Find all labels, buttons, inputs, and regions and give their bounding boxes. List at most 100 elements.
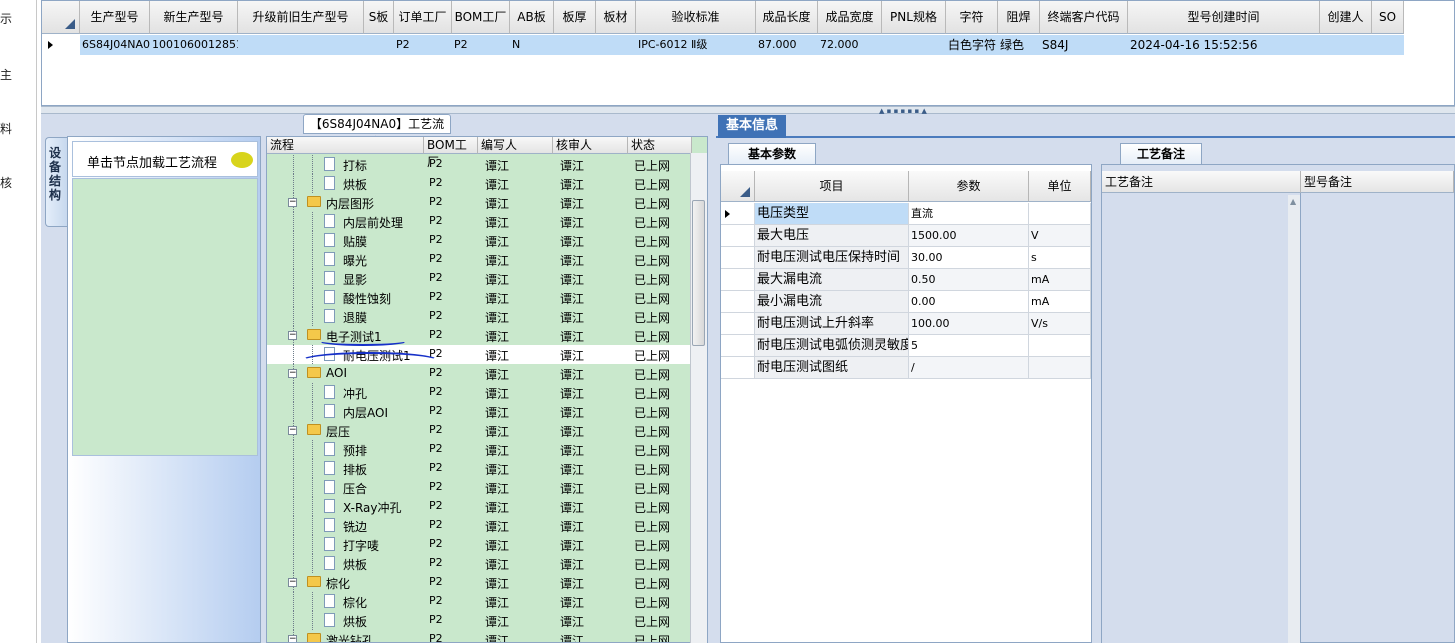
param-row[interactable]: 耐电压测试图纸 / <box>721 357 1091 379</box>
param-cell-unit[interactable]: V <box>1029 225 1091 247</box>
param-cell-item[interactable]: 最大电压 <box>755 225 909 247</box>
device-structure-tree[interactable] <box>72 178 258 456</box>
param-cell-unit[interactable] <box>1029 203 1091 225</box>
top-row-cell[interactable]: 10010600128517 <box>150 35 238 55</box>
param-cell-item[interactable]: 耐电压测试上升斜率 <box>755 313 909 335</box>
param-cell-value[interactable]: 0.50 <box>909 269 1029 291</box>
top-row-cell[interactable] <box>364 35 394 55</box>
param-cell-unit[interactable]: mA <box>1029 291 1091 313</box>
top-col-header[interactable]: SO <box>1372 1 1404 34</box>
tab-basic-info[interactable]: 基本信息 <box>718 115 786 138</box>
collapse-toggle-icon[interactable]: − <box>288 198 297 207</box>
top-col-header[interactable]: 升级前旧生产型号 <box>238 1 364 34</box>
param-row[interactable]: 最大电压 1500.00 V <box>721 225 1091 247</box>
tree-row[interactable]: 内层AOI P2 谭江 谭江 已上网 <box>267 402 692 421</box>
param-cell-value[interactable]: 30.00 <box>909 247 1029 269</box>
top-row-cell[interactable]: 白色字符 <box>946 35 998 55</box>
top-row-cell[interactable]: 2024-04-16 15:52:56 <box>1128 35 1320 55</box>
param-col-unit[interactable]: 单位 <box>1029 171 1091 202</box>
top-col-header[interactable]: 验收标准 <box>636 1 756 34</box>
top-col-header[interactable]: 成品宽度 <box>818 1 882 34</box>
param-cell-unit[interactable] <box>1029 335 1091 357</box>
scroll-up-icon[interactable]: ▲ <box>1290 197 1296 206</box>
tab-process-notes[interactable]: 工艺备注 <box>1120 143 1202 164</box>
tree-row[interactable]: 打字唛 P2 谭江 谭江 已上网 <box>267 535 692 554</box>
param-row[interactable]: 耐电压测试电弧侦测灵敏度 5 <box>721 335 1091 357</box>
top-col-header[interactable]: 订单工厂 <box>394 1 452 34</box>
tree-row[interactable]: − 内层图形 P2 谭江 谭江 已上网 <box>267 193 692 212</box>
top-col-header[interactable]: 阻焊 <box>998 1 1040 34</box>
col-header-bom[interactable]: BOM工厂 <box>424 137 478 169</box>
tree-row[interactable]: 冲孔 P2 谭江 谭江 已上网 <box>267 383 692 402</box>
top-row-cell[interactable]: 绿色 <box>998 35 1040 55</box>
top-row-cell[interactable] <box>1372 35 1404 55</box>
tree-row[interactable]: 打标 P2 谭江 谭江 已上网 <box>267 155 692 174</box>
tree-row[interactable]: 烘板 P2 谭江 谭江 已上网 <box>267 611 692 630</box>
top-row-cell[interactable]: N <box>510 35 554 55</box>
param-cell-item[interactable]: 最小漏电流 <box>755 291 909 313</box>
tree-row[interactable]: − 棕化 P2 谭江 谭江 已上网 <box>267 573 692 592</box>
tab-basic-params[interactable]: 基本参数 <box>728 143 816 164</box>
collapse-toggle-icon[interactable]: − <box>288 426 297 435</box>
col-header-status[interactable]: 状态 <box>628 137 692 154</box>
param-cell-item[interactable]: 最大漏电流 <box>755 269 909 291</box>
col-header-flow[interactable]: 流程 <box>267 137 424 154</box>
top-row-cell[interactable]: IPC-6012 Ⅱ级 <box>636 35 756 55</box>
tree-row[interactable]: 内层前处理 P2 谭江 谭江 已上网 <box>267 212 692 231</box>
param-cell-item[interactable]: 耐电压测试图纸 <box>755 357 909 379</box>
param-cell-unit[interactable]: V/s <box>1029 313 1091 335</box>
note-col-model[interactable]: 型号备注 <box>1301 171 1454 193</box>
top-col-header[interactable]: PNL规格 <box>882 1 946 34</box>
param-row[interactable]: 耐电压测试电压保持时间 30.00 s <box>721 247 1091 269</box>
top-col-header[interactable]: S板 <box>364 1 394 34</box>
param-cell-unit[interactable]: s <box>1029 247 1091 269</box>
tree-row[interactable]: X-Ray冲孔 P2 谭江 谭江 已上网 <box>267 497 692 516</box>
tree-row[interactable]: 酸性蚀刻 P2 谭江 谭江 已上网 <box>267 288 692 307</box>
note-col-process[interactable]: 工艺备注 <box>1102 171 1301 193</box>
top-col-header[interactable]: 新生产型号 <box>150 1 238 34</box>
param-cell-unit[interactable] <box>1029 357 1091 379</box>
collapse-toggle-icon[interactable]: − <box>288 369 297 378</box>
top-row-cell[interactable]: 6S84J04NA0 <box>80 35 150 55</box>
param-cell-item[interactable]: 耐电压测试电压保持时间 <box>755 247 909 269</box>
top-row-cell[interactable] <box>1320 35 1372 55</box>
top-row-cell[interactable] <box>238 35 364 55</box>
top-row-cell[interactable]: 87.000 <box>756 35 818 55</box>
top-col-header[interactable]: 成品长度 <box>756 1 818 34</box>
top-col-header[interactable]: AB板 <box>510 1 554 34</box>
top-row-cell[interactable] <box>554 35 596 55</box>
param-cell-item[interactable]: 耐电压测试电弧侦测灵敏度 <box>755 335 909 357</box>
top-col-header[interactable]: 板材 <box>596 1 636 34</box>
tree-row[interactable]: 曝光 P2 谭江 谭江 已上网 <box>267 250 692 269</box>
param-cell-value[interactable]: 5 <box>909 335 1029 357</box>
tree-row[interactable]: 铣边 P2 谭江 谭江 已上网 <box>267 516 692 535</box>
top-col-header[interactable]: 生产型号 <box>80 1 150 34</box>
param-row[interactable]: 电压类型 直流 <box>721 203 1091 225</box>
collapse-toggle-icon[interactable]: − <box>288 578 297 587</box>
param-col-value[interactable]: 参数 <box>909 171 1029 202</box>
col-header-writer[interactable]: 编写人 <box>478 137 553 154</box>
top-col-header[interactable]: 创建人 <box>1320 1 1372 34</box>
tree-row[interactable]: 显影 P2 谭江 谭江 已上网 <box>267 269 692 288</box>
tree-row[interactable]: 棕化 P2 谭江 谭江 已上网 <box>267 592 692 611</box>
top-col-header[interactable]: 型号创建时间 <box>1128 1 1320 34</box>
param-cell-value[interactable]: 0.00 <box>909 291 1029 313</box>
top-row-cell[interactable]: S84J <box>1040 35 1128 55</box>
top-row-cell[interactable]: 72.000 <box>818 35 882 55</box>
model-grid[interactable]: 生产型号 新生产型号 升级前旧生产型号 S板 订单工厂 BOM工厂 AB板 板厚 板材 验收标准成… <box>41 0 1455 106</box>
top-col-header[interactable]: 终端客户代码 <box>1040 1 1128 34</box>
param-cell-value[interactable]: 直流 <box>909 203 1029 225</box>
tree-scrollbar-thumb[interactable] <box>692 200 705 346</box>
tree-row[interactable]: − 层压 P2 谭江 谭江 已上网 <box>267 421 692 440</box>
note-scrollbar[interactable]: ▲ <box>1288 195 1300 643</box>
param-cell-value[interactable]: 100.00 <box>909 313 1029 335</box>
tree-row[interactable]: 烘板 P2 谭江 谭江 已上网 <box>267 554 692 573</box>
process-flow-tree[interactable]: 流程 BOM工厂 编写人 核审人 状态 打标 P2 谭江 谭江 已上网 烘板 P2 谭江 谭江已… <box>266 136 708 643</box>
param-cell-unit[interactable]: mA <box>1029 269 1091 291</box>
param-cell-value[interactable]: / <box>909 357 1029 379</box>
tree-row[interactable]: − 激光钻孔 P2 谭江 谭江 已上网 <box>267 630 692 642</box>
param-cell-item[interactable]: 电压类型 <box>755 203 909 225</box>
top-col-header[interactable]: BOM工厂 <box>452 1 510 34</box>
top-row-cell[interactable] <box>596 35 636 55</box>
tree-row[interactable]: 烘板 P2 谭江 谭江 已上网 <box>267 174 692 193</box>
